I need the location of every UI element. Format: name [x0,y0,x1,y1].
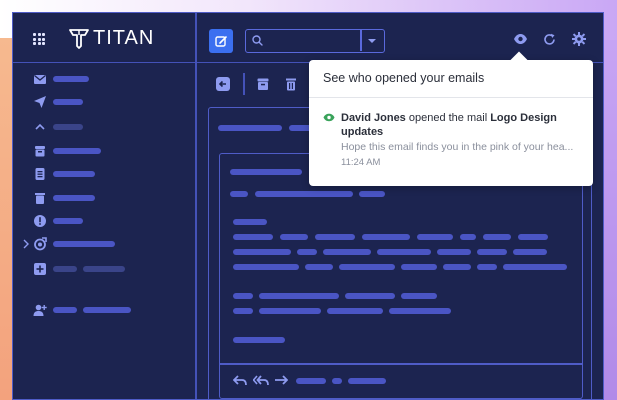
body-line [477,249,507,255]
add-contact-icon[interactable] [33,303,47,317]
body-line [401,264,437,270]
body-line [259,293,339,299]
reply-all-icon[interactable] [253,375,269,387]
archive-icon[interactable] [256,77,270,91]
body-line [518,234,548,240]
search-input[interactable] [245,29,385,53]
sidebar-item-contacts[interactable] [53,307,77,313]
sidebar-item-spam[interactable] [53,218,83,224]
custom-folder-icon[interactable] [33,237,47,251]
body-line [443,264,471,270]
sidebar-item-add-folder-label[interactable] [83,266,125,272]
recipient-placeholder [230,191,248,197]
body-line [513,249,547,255]
body-line [233,234,273,240]
inbox-icon[interactable] [33,72,47,86]
forward-icon[interactable] [274,375,288,387]
recipient-placeholder [359,191,385,197]
body-line [389,308,451,314]
sidebar-item-archive[interactable] [53,148,101,154]
body-line [315,234,355,240]
send-icon[interactable] [33,95,47,109]
body-line [417,234,453,240]
sidebar-item-sent[interactable] [53,99,83,105]
body-line [280,234,308,240]
body-line [233,249,291,255]
body-line [345,293,395,299]
trash-icon[interactable] [33,191,47,205]
eye-icon[interactable] [513,33,528,45]
body-line [460,234,476,240]
message-footer-divider [219,363,583,365]
document-icon[interactable] [33,167,47,181]
brand-name: TITAN [93,27,155,49]
body-line [233,264,299,270]
add-folder-icon[interactable] [33,262,47,276]
alert-icon[interactable] [33,214,47,228]
footer-placeholder [332,378,342,384]
sidebar-item-drafts[interactable] [53,171,95,177]
chevron-right-icon[interactable] [22,239,30,249]
sidebar-item-contacts-label[interactable] [83,307,131,313]
compose-button[interactable] [209,29,233,53]
body-line [401,293,437,299]
body-line [362,234,410,240]
body-line [483,234,511,240]
read-time: 11:24 AM [341,157,381,168]
sidebar-divider [195,13,197,399]
body-line [327,308,383,314]
apps-grid-icon[interactable] [33,33,45,45]
read-event[interactable]: David Jones opened the mail Logo Design … [341,111,581,139]
body-line [305,264,333,270]
body-line [233,219,267,225]
signature-line [233,337,285,343]
toolbar-divider [243,73,245,95]
body-line [477,264,497,270]
sidebar-item-add-folder[interactable] [53,266,77,272]
titan-logo-icon [69,29,89,49]
recipient-placeholder [255,191,353,197]
body-line [259,308,321,314]
body-line [233,308,253,314]
email-subject-placeholder [218,125,282,131]
gear-icon[interactable] [572,32,586,46]
search-icon [252,35,263,46]
body-line [437,249,471,255]
body-line [339,264,395,270]
body-line [503,264,567,270]
email-preview: Hope this email finds you in the pink of… [341,141,574,153]
compose-icon [214,35,227,47]
popover-title: See who opened your emails [309,60,593,98]
footer-placeholder [348,378,386,384]
trash-icon[interactable] [284,77,298,91]
sidebar-item-less[interactable] [53,124,83,130]
read-action: opened the mail [405,112,491,124]
chevron-up-icon[interactable] [33,120,47,134]
archive-icon[interactable] [33,144,47,158]
search-divider [360,30,362,51]
body-line [233,293,253,299]
sidebar-item-folder[interactable] [53,241,115,247]
footer-placeholder [296,378,326,384]
body-line [297,249,317,255]
reply-icon[interactable] [233,375,247,387]
reader-name: David Jones [341,112,406,124]
body-line [323,249,371,255]
body-line [377,249,431,255]
sender-placeholder [230,169,302,175]
sidebar-item-inbox[interactable] [53,76,89,82]
eye-icon [323,113,335,122]
chevron-down-icon[interactable] [367,38,377,44]
refresh-icon[interactable] [543,33,556,46]
back-icon[interactable] [216,77,230,91]
read-receipts-popover: See who opened your emails David Jones o… [309,51,593,186]
sidebar-item-trash[interactable] [53,195,95,201]
